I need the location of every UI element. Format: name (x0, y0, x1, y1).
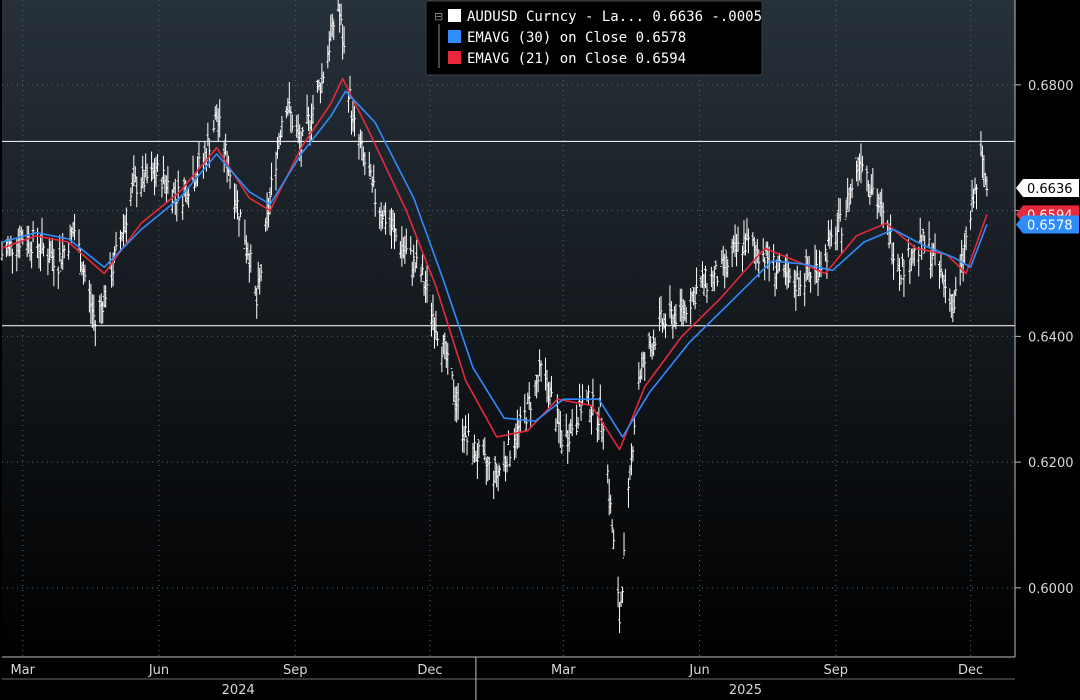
chart-container: 0.60000.62000.64000.66000.6800MarJunSepD… (0, 0, 1080, 700)
last-value-tag: 0.6578 (1016, 215, 1079, 234)
svg-text:0.6578: 0.6578 (1027, 218, 1073, 233)
legend-marker-white (448, 9, 461, 22)
svg-text:0.6636: 0.6636 (1027, 182, 1073, 197)
x-tick-label: Mar (551, 663, 576, 678)
plot-area (2, 0, 1015, 657)
year-label: 2024 (222, 683, 255, 698)
x-tick-label: Jun (148, 663, 169, 678)
legend[interactable]: ⊟ AUDUSD Curncy - La... 0.6636 -.0005 EM… (425, 0, 763, 76)
last-value-tag: 0.6636 (1016, 178, 1079, 197)
legend-item-ema21: EMAVG (21) on Close 0.6594 (467, 51, 686, 67)
y-tick-label: 0.6400 (1028, 330, 1074, 345)
y-tick-label: 0.6800 (1028, 79, 1074, 94)
legend-item-ema30: EMAVG (30) on Close 0.6578 (467, 30, 686, 46)
price-chart: 0.60000.62000.64000.66000.6800MarJunSepD… (0, 0, 1080, 700)
x-tick-label: Jun (688, 663, 709, 678)
y-tick-label: 0.6000 (1028, 582, 1074, 597)
legend-marker-blue (448, 30, 461, 43)
x-tick-label: Mar (10, 663, 35, 678)
x-tick-label: Sep (824, 663, 849, 678)
y-tick-label: 0.6200 (1028, 456, 1074, 471)
legend-collapse-icon[interactable]: ⊟ (434, 10, 443, 23)
x-tick-label: Sep (283, 663, 308, 678)
legend-item-audusd: AUDUSD Curncy - La... 0.6636 -.0005 (467, 9, 762, 25)
year-label: 2025 (729, 683, 762, 698)
x-tick-label: Dec (958, 663, 983, 678)
last-value-tags: 0.66360.65940.6578 (1016, 178, 1079, 234)
x-tick-label: Dec (417, 663, 442, 678)
legend-marker-red (448, 51, 461, 64)
